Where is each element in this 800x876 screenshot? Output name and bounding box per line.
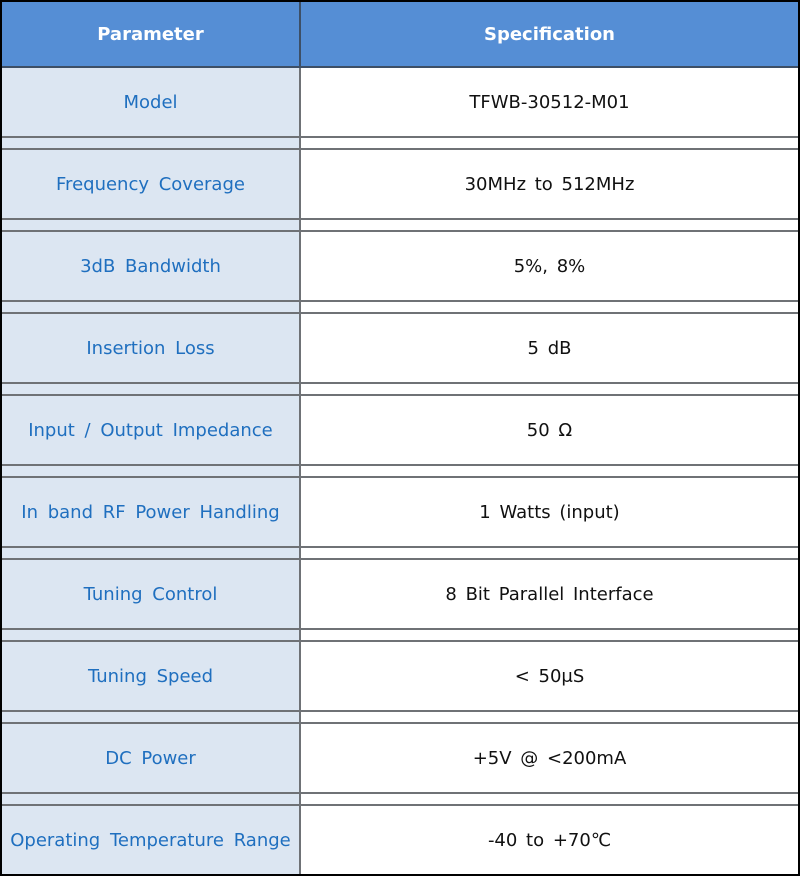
table-header-row: Parameter Specification: [2, 2, 798, 68]
specification-cell: 50 Ω: [301, 396, 798, 464]
spacer-cell: [2, 220, 301, 230]
table-row: 3dB Bandwidth 5%, 8%: [2, 232, 798, 302]
spacer-cell: [2, 712, 301, 722]
table-body: Model TFWB-30512-M01 Frequency Coverage 30M…: [2, 68, 798, 874]
specification-cell: TFWB-30512-M01: [301, 68, 798, 136]
specification-cell: 5%, 8%: [301, 232, 798, 300]
specification-cell: < 50μS: [301, 642, 798, 710]
specification-cell: 8 Bit Parallel Interface: [301, 560, 798, 628]
table-row: Insertion Loss 5 dB: [2, 314, 798, 384]
specification-cell: 30MHz to 512MHz: [301, 150, 798, 218]
spacer-row: [2, 138, 798, 150]
header-parameter: Parameter: [2, 2, 301, 66]
spacer-cell: [301, 384, 798, 394]
spacer-cell: [301, 220, 798, 230]
spacer-row: [2, 384, 798, 396]
spacer-row: [2, 466, 798, 478]
parameter-cell: Tuning Control: [2, 560, 301, 628]
spacer-cell: [301, 466, 798, 476]
spacer-cell: [301, 630, 798, 640]
spacer-cell: [301, 712, 798, 722]
parameter-cell: Operating Temperature Range: [2, 806, 301, 874]
spacer-cell: [2, 630, 301, 640]
parameter-cell: In band RF Power Handling: [2, 478, 301, 546]
specification-cell: +5V @ <200mA: [301, 724, 798, 792]
spacer-cell: [2, 302, 301, 312]
spacer-cell: [301, 548, 798, 558]
spacer-row: [2, 794, 798, 806]
spacer-cell: [2, 794, 301, 804]
specification-cell: 5 dB: [301, 314, 798, 382]
parameter-cell: Model: [2, 68, 301, 136]
specification-cell: -40 to +70℃: [301, 806, 798, 874]
spacer-cell: [2, 466, 301, 476]
parameter-cell: 3dB Bandwidth: [2, 232, 301, 300]
header-specification: Specification: [483, 23, 615, 45]
spacer-cell: [2, 384, 301, 394]
table-row: Frequency Coverage 30MHz to 512MHz: [2, 150, 798, 220]
spacer-cell: [301, 794, 798, 804]
spacer-row: [2, 630, 798, 642]
table-row: DC Power +5V @ <200mA: [2, 724, 798, 794]
parameter-cell: Input / Output Impedance: [2, 396, 301, 464]
spacer-row: [2, 548, 798, 560]
parameter-cell: Frequency Coverage: [2, 150, 301, 218]
parameter-cell: DC Power: [2, 724, 301, 792]
spacer-row: [2, 220, 798, 232]
spacer-cell: [2, 138, 301, 148]
table-row: In band RF Power Handling 1 Watts (input): [2, 478, 798, 548]
table-row: Input / Output Impedance 50 Ω: [2, 396, 798, 466]
table-row: Tuning Speed < 50μS: [2, 642, 798, 712]
table-row: Model TFWB-30512-M01: [2, 68, 798, 138]
spacer-cell: [2, 548, 301, 558]
parameter-cell: Insertion Loss: [2, 314, 301, 382]
spacer-row: [2, 302, 798, 314]
parameter-cell: Tuning Speed: [2, 642, 301, 710]
spacer-cell: [301, 138, 798, 148]
specification-cell: 1 Watts (input): [301, 478, 798, 546]
table-row: Operating Temperature Range -40 to +70℃: [2, 806, 798, 874]
table-row: Tuning Control 8 Bit Parallel Interface: [2, 560, 798, 630]
spec-table: Parameter Specification Model TFWB-30512-…: [2, 2, 798, 874]
spacer-row: [2, 712, 798, 724]
spacer-cell: [301, 302, 798, 312]
